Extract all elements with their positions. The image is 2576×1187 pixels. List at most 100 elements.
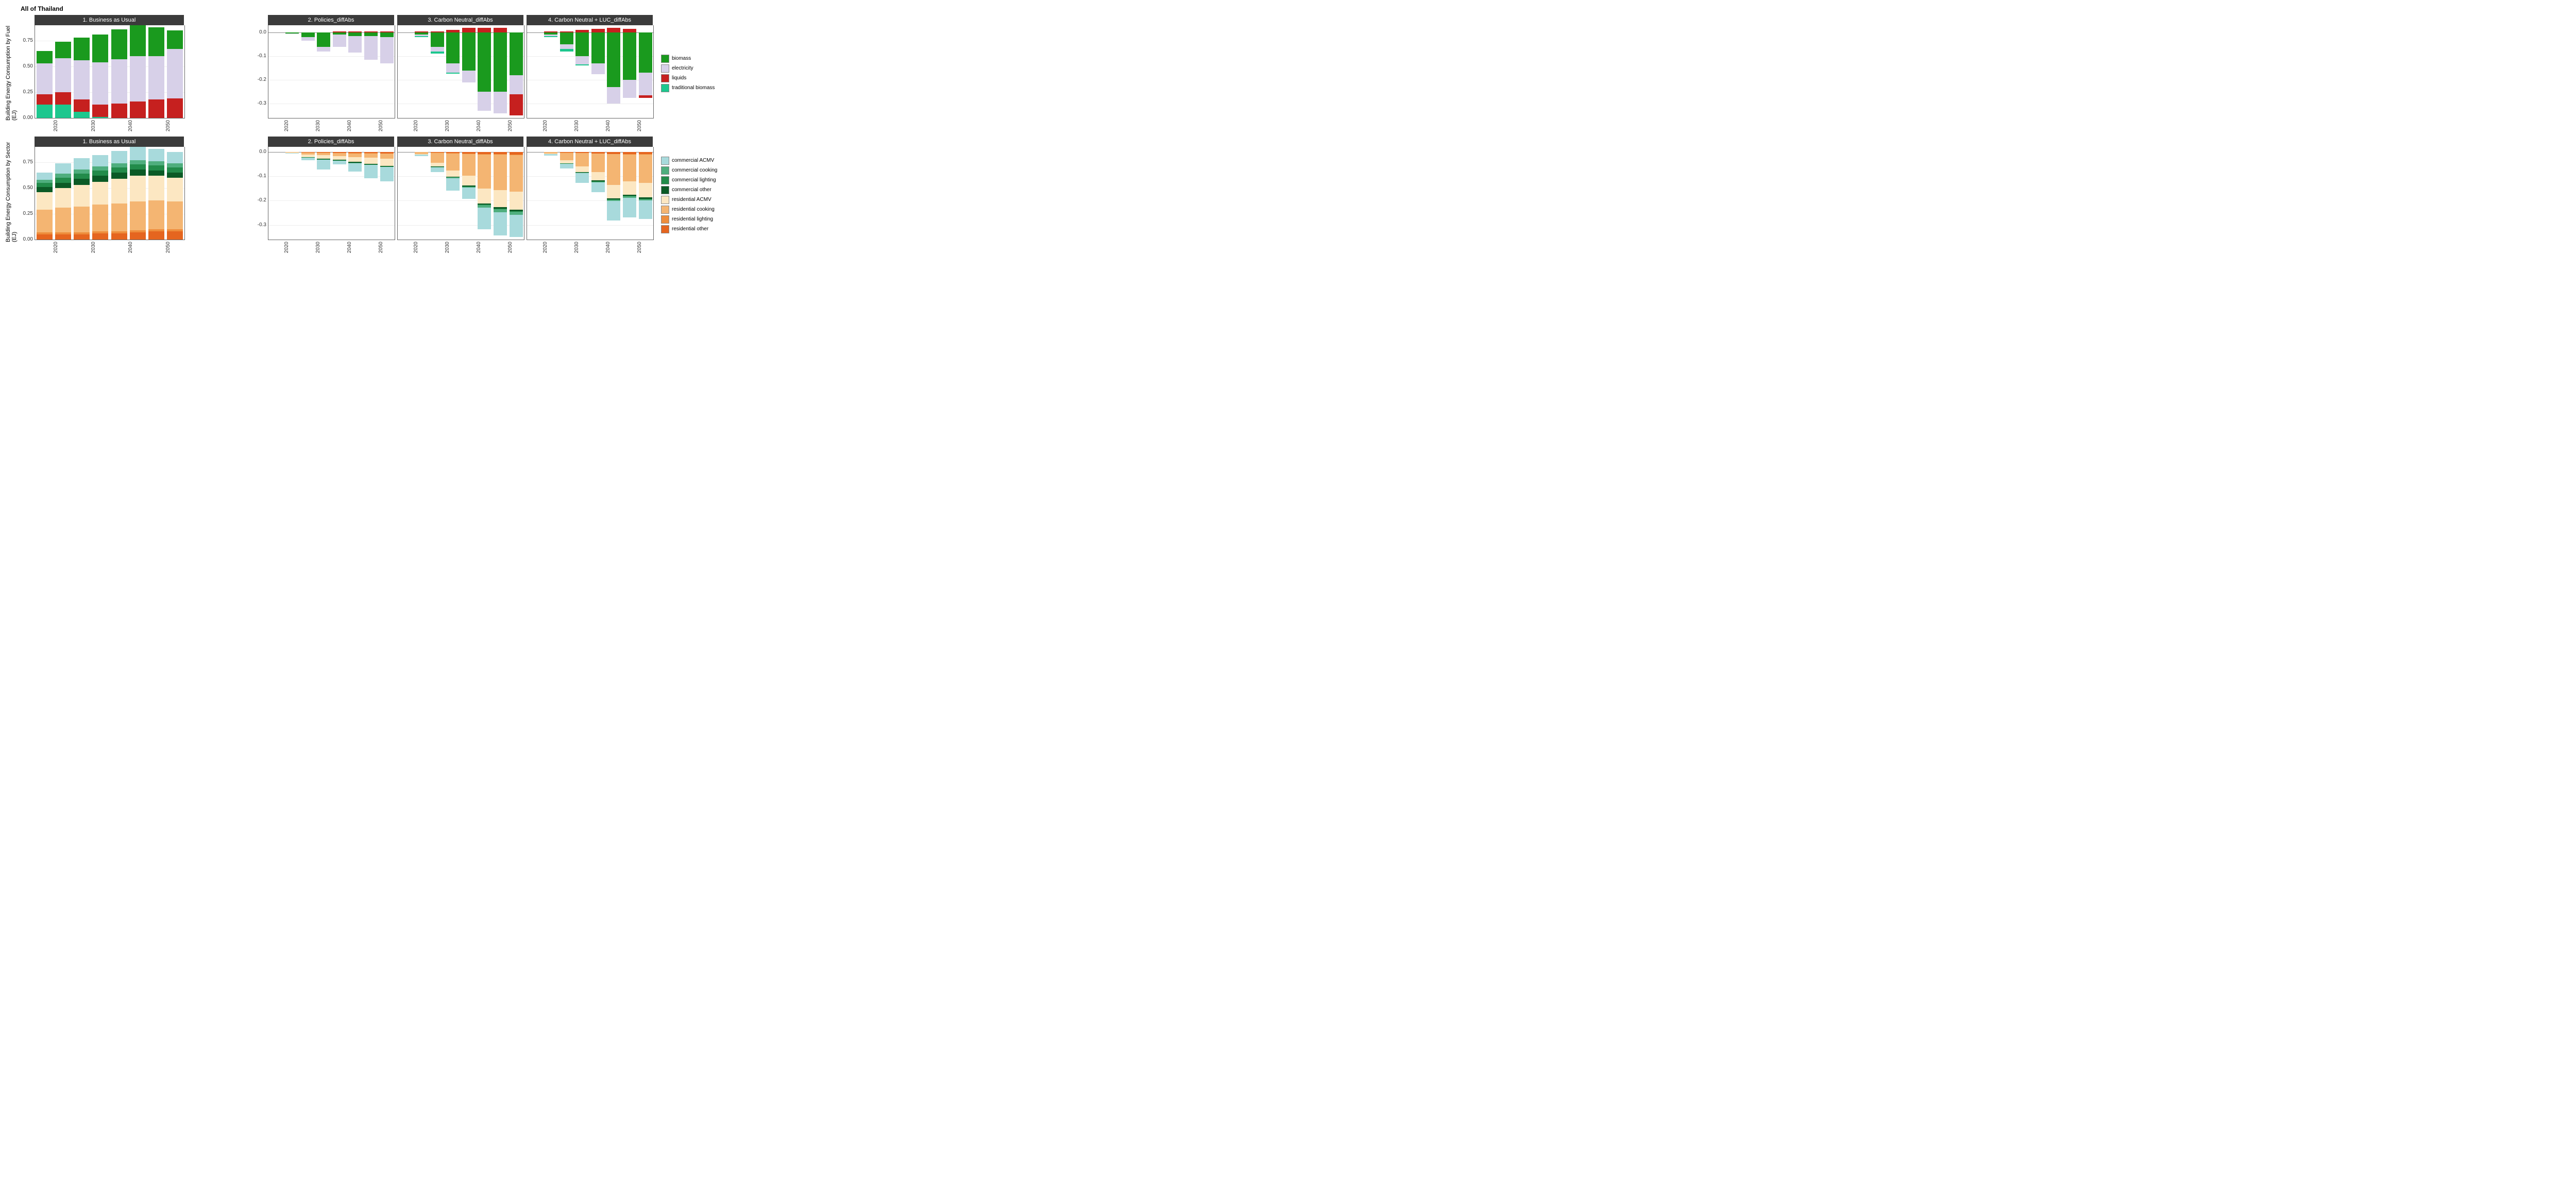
bar-segment — [544, 31, 557, 32]
legend-item: traditional biomass — [661, 84, 715, 92]
x-tick-label — [268, 242, 284, 253]
panel-title: 2. Policies_diffAbs — [268, 15, 394, 25]
plot-area — [527, 147, 654, 240]
bar-segment — [380, 32, 394, 37]
legend-label: commercial lighting — [672, 177, 716, 183]
bar-segment — [74, 158, 90, 169]
bar-segment — [92, 166, 108, 171]
x-tick-label — [363, 242, 379, 253]
x-ticks: 2020203020402050 — [397, 118, 523, 131]
bar-segment — [92, 117, 108, 118]
bar-segment — [478, 155, 491, 189]
bar-segment — [74, 179, 90, 185]
bar-segment — [623, 29, 636, 32]
x-tick-label: 2040 — [128, 120, 146, 131]
bar-segment — [167, 49, 183, 98]
bar-segment — [510, 215, 523, 237]
x-tick-label — [363, 120, 379, 131]
legend-swatch — [661, 186, 669, 194]
bar-segment — [560, 44, 573, 49]
panel-title: 1. Business as Usual — [35, 137, 184, 147]
bar-segment — [494, 28, 507, 32]
row1-row: Building Energy Consumption by Fuel (EJ)… — [5, 15, 809, 131]
bar-segment — [415, 31, 428, 32]
chart-panel: 4. Carbon Neutral + LUC_diffAbs202020302… — [527, 137, 653, 253]
x-tick-label — [397, 120, 413, 131]
bar-segment — [639, 32, 652, 73]
legend-swatch — [661, 206, 669, 214]
bar-segment — [607, 154, 620, 184]
y-ticks: 0.0-0.1-0.2-0.3 — [249, 25, 268, 118]
x-ticks: 2020203020402050 — [527, 118, 653, 131]
x-tick-label — [461, 120, 477, 131]
legend-label: biomass — [672, 56, 691, 61]
bar-segment — [348, 163, 362, 172]
x-tick-label: 2050 — [378, 120, 394, 131]
chart-panel: 1. Business as Usual 2020203020402050 — [35, 137, 184, 253]
bar-segment — [55, 92, 71, 105]
x-tick-label: 2020 — [53, 242, 72, 253]
x-tick-label — [147, 242, 165, 253]
bar-segment — [317, 32, 330, 47]
plot-area — [527, 25, 654, 118]
x-ticks: 2020203020402050 — [268, 118, 394, 131]
bar-segment — [167, 30, 183, 49]
bar-segment — [92, 35, 108, 62]
x-tick-label — [299, 120, 315, 131]
bar-segment — [130, 160, 146, 164]
bar-segment — [478, 92, 491, 111]
x-tick-label — [621, 120, 637, 131]
bar-segment — [55, 58, 71, 92]
bar-segment — [37, 234, 53, 240]
y-tick-label: 0.0 — [259, 149, 266, 155]
bar-segment — [167, 98, 183, 118]
bar-segment — [462, 188, 476, 198]
bar-segment — [55, 188, 71, 208]
bar-segment — [92, 182, 108, 205]
bar-segment — [55, 105, 71, 118]
panel-title: 4. Carbon Neutral + LUC_diffAbs — [527, 137, 653, 147]
x-ticks: 2020203020402050 — [35, 240, 184, 253]
bar-segment — [130, 164, 146, 169]
bar-segment — [167, 163, 183, 167]
bar-segment — [431, 47, 444, 52]
legend-label: residential other — [672, 226, 708, 232]
bar-segment — [446, 178, 460, 191]
bar-segment — [92, 62, 108, 105]
bar-segment — [462, 154, 476, 176]
bar-segment — [92, 233, 108, 240]
x-tick-label — [299, 242, 315, 253]
x-tick-label: 2020 — [413, 242, 429, 253]
bar-segment — [317, 155, 330, 159]
bar-segment — [348, 31, 362, 32]
chart-panel: 2. Policies_diffAbs 2020203020402050 — [268, 15, 394, 131]
chart-panel: 2. Policies_diffAbs2020203020402050 — [268, 137, 394, 253]
legend-swatch — [661, 157, 669, 165]
y-tick-label: -0.3 — [258, 100, 266, 106]
x-tick-label: 2030 — [315, 120, 331, 131]
legend-item: commercial cooking — [661, 166, 717, 175]
x-tick-label — [429, 120, 445, 131]
bar-segment — [301, 37, 315, 41]
x-tick-label: 2050 — [507, 242, 523, 253]
bar-segment — [37, 180, 53, 183]
bar-segment — [607, 201, 620, 221]
bar-segment — [478, 28, 491, 32]
y-tick-label: 0.50 — [23, 63, 33, 69]
y-tick-label: 0.25 — [23, 89, 33, 95]
y-ticks: 0.0-0.1-0.2-0.3 — [249, 147, 268, 240]
bar-segment — [37, 183, 53, 187]
bar-segment — [111, 151, 127, 163]
x-tick-label — [590, 120, 606, 131]
x-tick-label — [331, 242, 347, 253]
bar-segment — [111, 204, 127, 231]
bar-segment — [364, 158, 378, 164]
x-ticks: 2020203020402050 — [397, 240, 523, 253]
x-tick-label — [492, 120, 508, 131]
bar-segment — [380, 167, 394, 181]
x-tick-label: 2040 — [476, 242, 492, 253]
y-tick-label: 0.0 — [259, 29, 266, 35]
bar-segment — [37, 187, 53, 192]
bar-segment — [623, 155, 636, 181]
x-tick-label — [527, 120, 543, 131]
